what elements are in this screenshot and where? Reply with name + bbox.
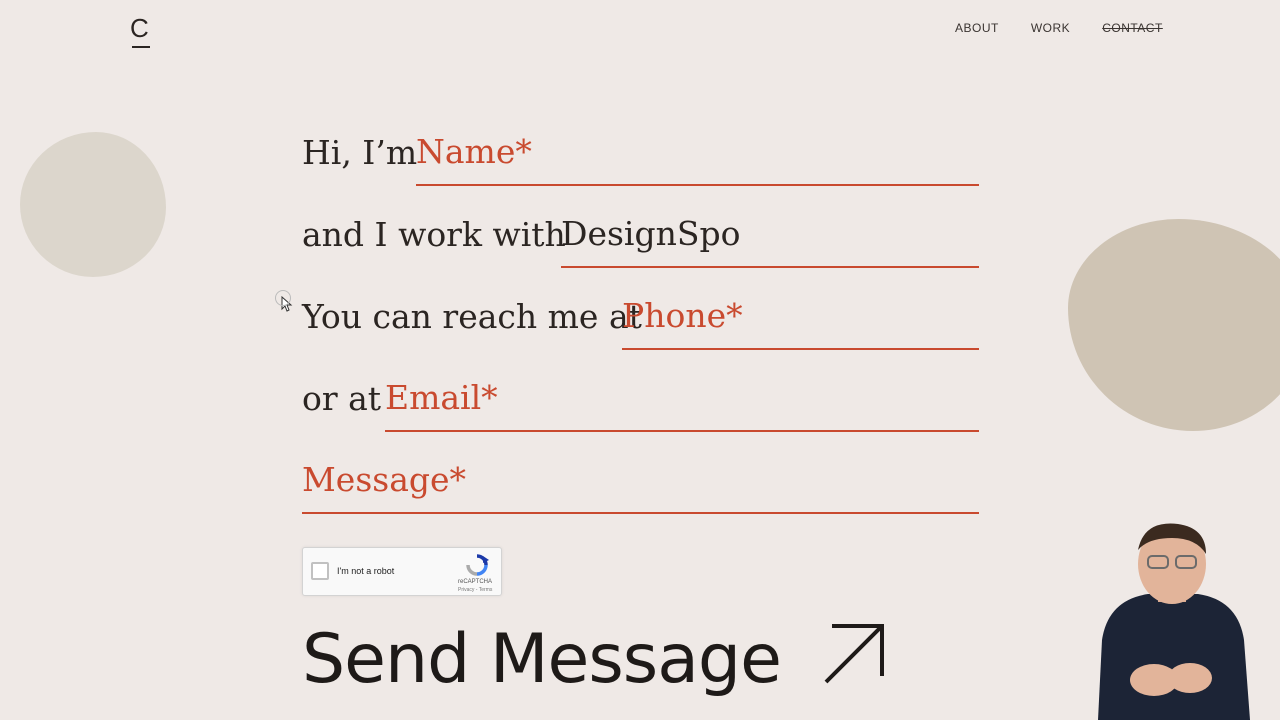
presenter-webcam	[1088, 520, 1254, 720]
phone-input[interactable]: Phone*	[622, 292, 979, 350]
email-row: or at Email*	[302, 372, 979, 432]
arrow-up-right-icon	[824, 624, 884, 684]
name-input[interactable]: Name*	[416, 128, 979, 186]
email-input[interactable]: Email*	[385, 374, 979, 432]
send-message-button[interactable]: Send Message	[302, 618, 890, 699]
recaptcha-checkbox[interactable]	[311, 562, 329, 580]
name-row: Hi, I’m Name*	[302, 126, 979, 186]
phone-row: You can reach me at Phone*	[302, 290, 979, 350]
nav-contact[interactable]: CONTACT	[1102, 21, 1163, 35]
recaptcha-widget: I'm not a robot reCAPTCHA Privacy - Term…	[302, 547, 502, 596]
company-input[interactable]: DesignSpo	[561, 210, 979, 268]
top-nav: ABOUT WORK CONTACT	[955, 21, 1163, 35]
recaptcha-brand: reCAPTCHA	[458, 579, 493, 585]
message-row: Message*	[302, 454, 979, 514]
recaptcha-label: I'm not a robot	[337, 566, 395, 576]
cursor-icon	[275, 290, 293, 316]
decorative-blob-left	[20, 132, 166, 277]
phone-placeholder: Phone*	[622, 296, 743, 335]
email-lead-text: or at	[302, 379, 382, 418]
recaptcha-terms[interactable]: Privacy - Terms	[458, 587, 492, 593]
name-lead-text: Hi, I’m	[302, 133, 418, 172]
email-placeholder: Email*	[385, 378, 498, 417]
decorative-blob-right	[1068, 219, 1280, 431]
logo-letter: C	[130, 13, 149, 43]
company-lead-text: and I work with	[302, 215, 566, 254]
logo-underline	[132, 46, 150, 48]
nav-about[interactable]: ABOUT	[955, 21, 999, 35]
message-input[interactable]: Message*	[302, 456, 979, 514]
site-logo[interactable]: C	[130, 12, 152, 48]
message-placeholder: Message*	[302, 460, 467, 499]
name-placeholder: Name*	[416, 132, 532, 171]
send-message-label: Send Message	[302, 620, 782, 699]
company-value: DesignSpo	[561, 214, 741, 253]
company-row: and I work with DesignSpo	[302, 208, 979, 268]
recaptcha-icon	[466, 554, 489, 576]
nav-work[interactable]: WORK	[1031, 21, 1070, 35]
phone-lead-text: You can reach me at	[302, 297, 642, 336]
